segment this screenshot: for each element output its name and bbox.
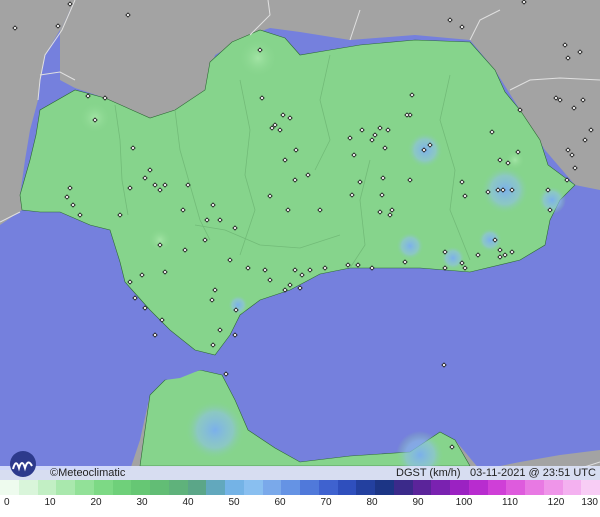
legend-swatch	[525, 480, 544, 495]
legend-swatch	[131, 480, 150, 495]
legend-swatch	[375, 480, 394, 495]
legend-tick-label: 110	[502, 497, 518, 508]
legend-swatch	[75, 480, 94, 495]
meteoclimatic-logo-icon	[10, 451, 36, 477]
legend-swatch	[281, 480, 300, 495]
legend-tick-label: 30	[136, 497, 148, 508]
legend-swatch	[18, 480, 38, 495]
legend-tick-label: 60	[274, 497, 286, 508]
legend-tick-label: 10	[44, 497, 56, 508]
legend-swatch	[393, 480, 413, 495]
map-timestamp: 03-11-2021 @ 23:51 UTC	[470, 467, 596, 479]
legend-swatch	[168, 480, 188, 495]
legend-swatch	[412, 480, 432, 495]
legend-swatch	[37, 480, 57, 495]
legend-tick-label: 40	[182, 497, 194, 508]
legend-swatch	[356, 480, 375, 495]
legend-tick-label: 50	[228, 497, 240, 508]
legend-swatch	[468, 480, 488, 495]
legend-tick-label: 130	[581, 497, 598, 508]
legend-swatch	[337, 480, 357, 495]
calm-area	[148, 228, 172, 252]
legend-swatch	[506, 480, 525, 495]
gust-area	[396, 232, 424, 260]
calm-area	[505, 150, 525, 170]
legend-swatch	[543, 480, 563, 495]
wind-gust-map	[0, 0, 600, 480]
legend-swatch	[581, 480, 600, 495]
legend-swatch	[225, 480, 244, 495]
legend-swatch	[112, 480, 132, 495]
legend-swatch	[243, 480, 263, 495]
legend-swatch	[0, 480, 19, 495]
gust-area	[185, 400, 245, 460]
gust-area	[228, 295, 248, 315]
legend-swatch	[487, 480, 507, 495]
legend-tick-labels: 0 10 20 30 40 50 60 70 80 90 100 110 120 130	[0, 497, 600, 511]
map-product-label: DGST (km/h)	[396, 467, 461, 479]
legend-swatch	[562, 480, 582, 495]
legend-tick-label: 120	[547, 497, 565, 508]
legend-swatch	[318, 480, 338, 495]
legend-swatch	[206, 480, 225, 495]
legend-swatch	[262, 480, 282, 495]
legend-tick-label: 100	[455, 497, 473, 508]
legend-swatch	[450, 480, 469, 495]
legend-tick-label: 80	[366, 497, 378, 508]
gust-area	[478, 228, 502, 252]
legend-swatch	[187, 480, 207, 495]
map-credit: ©Meteoclimatic	[50, 467, 126, 479]
legend-tick-label: 0	[4, 497, 10, 508]
legend-swatch	[56, 480, 75, 495]
color-scale-legend	[0, 480, 600, 495]
calm-area	[238, 38, 278, 78]
legend-swatch	[300, 480, 319, 495]
legend-tick-label: 20	[90, 497, 102, 508]
legend-tick-label: 70	[320, 497, 332, 508]
legend-swatch	[93, 480, 113, 495]
legend-swatch	[150, 480, 169, 495]
legend-tick-label: 90	[412, 497, 424, 508]
legend-swatch	[431, 480, 450, 495]
